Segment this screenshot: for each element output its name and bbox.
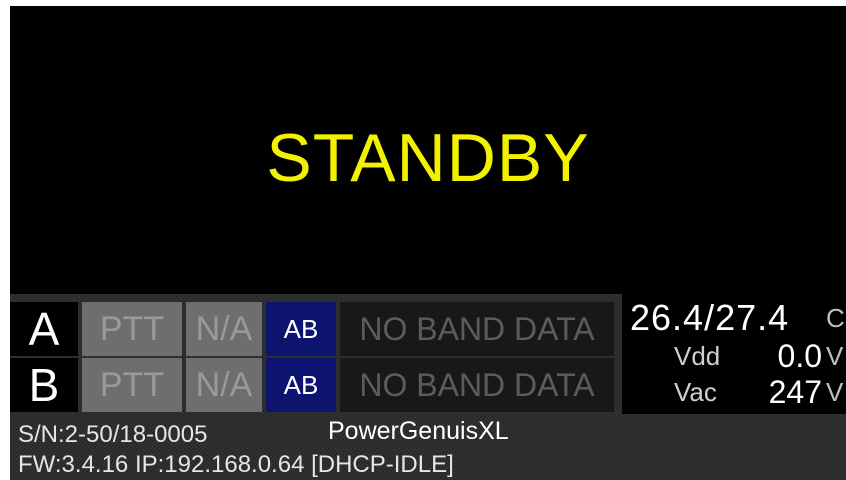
- info-panel: A PTT N/A AB NO BAND DATA B PTT N/A AB N…: [10, 294, 846, 480]
- device-info: S/N:2-50/18-0005 PowerGenuisXL FW:3.4.16…: [10, 416, 846, 480]
- na-indicator: N/A: [186, 302, 262, 356]
- band-data-field: NO BAND DATA: [340, 302, 614, 356]
- telemetry-readings: 26.4/27.4 C Vdd 0.0 V Vac 247 V: [622, 294, 846, 414]
- firmware-ip-line: FW:3.4.16 IP:192.168.0.64 [DHCP-IDLE]: [18, 451, 454, 478]
- temperature-unit: C: [826, 303, 845, 333]
- vdd-value: 0.0: [777, 338, 822, 374]
- radio-row-b: B PTT N/A AB NO BAND DATA: [10, 358, 614, 412]
- window-frame: STANDBY A PTT N/A AB NO BAND DATA B PTT …: [0, 0, 846, 480]
- band-data-field: NO BAND DATA: [340, 358, 614, 412]
- ab-port-indicator[interactable]: AB: [266, 302, 336, 356]
- operating-status: STANDBY: [266, 120, 590, 196]
- radio-label: A: [10, 302, 78, 356]
- amplifier-display: STANDBY A PTT N/A AB NO BAND DATA B PTT …: [10, 6, 846, 480]
- ptt-indicator: PTT: [82, 358, 182, 412]
- vac-value: 247: [768, 374, 822, 410]
- vac-unit: V: [826, 377, 844, 407]
- na-indicator: N/A: [186, 358, 262, 412]
- radio-label: B: [10, 358, 78, 412]
- status-area: STANDBY: [10, 6, 846, 294]
- vdd-unit: V: [826, 341, 844, 371]
- serial-number: S/N:2-50/18-0005: [18, 421, 208, 448]
- radio-row-a: A PTT N/A AB NO BAND DATA: [10, 302, 614, 356]
- ptt-indicator: PTT: [82, 302, 182, 356]
- vac-label: Vac: [674, 377, 717, 407]
- ab-port-indicator[interactable]: AB: [266, 358, 336, 412]
- temperature-value: 26.4/27.4: [630, 297, 790, 338]
- model-name: PowerGenuisXL: [328, 417, 509, 445]
- vdd-label: Vdd: [674, 341, 721, 371]
